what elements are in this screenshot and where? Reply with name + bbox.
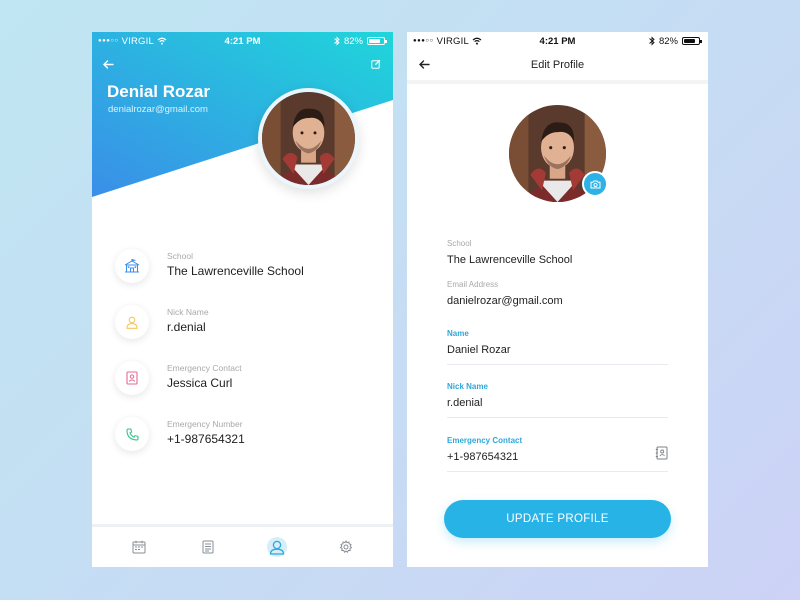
status-bar: ●●●○○ VIRGIL 4:21 PM 82%	[92, 32, 393, 50]
change-photo-button[interactable]	[582, 171, 608, 197]
tab-settings[interactable]	[326, 532, 366, 562]
edit-profile-button[interactable]	[368, 56, 384, 72]
email-field: Email Address danielrozar@gmail.com	[447, 280, 668, 307]
document-icon	[202, 540, 214, 554]
wifi-icon	[472, 37, 482, 45]
info-value-nick-name: r.denial	[167, 320, 206, 334]
contact-card-icon	[115, 361, 149, 395]
update-profile-button[interactable]: UPDATE PROFILE	[444, 500, 671, 538]
camera-icon	[590, 180, 600, 188]
back-button[interactable]	[100, 56, 116, 72]
tab-profile[interactable]	[257, 532, 297, 562]
name-label: Name	[447, 329, 469, 338]
profile-icon	[269, 540, 285, 555]
status-bar: ●●●○○ VIRGIL 4:21 PM 82%	[407, 32, 708, 50]
school-value: The Lawrenceville School	[447, 254, 573, 266]
name-field: Name	[447, 329, 668, 365]
tab-bar	[92, 524, 393, 567]
info-item-emergency-contact: Emergency Contact Jessica Curl	[115, 361, 375, 401]
info-item-nick-name: Nick Name r.denial	[115, 305, 375, 345]
battery-icon	[682, 37, 702, 45]
person-icon	[115, 305, 149, 339]
school-label: School	[447, 239, 472, 248]
nick-name-label: Nick Name	[447, 382, 488, 391]
calendar-icon	[132, 540, 146, 554]
profile-email: denialrozar@gmail.com	[108, 104, 208, 115]
info-value-school: The Lawrenceville School	[167, 264, 304, 278]
battery-icon	[367, 37, 387, 45]
email-label: Email Address	[447, 280, 499, 289]
phone-icon	[115, 417, 149, 451]
page-title: Edit Profile	[530, 59, 585, 71]
info-value-emergency-contact: Jessica Curl	[167, 376, 233, 390]
info-label-nick-name: Nick Name	[167, 307, 209, 317]
info-label-emergency-number: Emergency Number	[167, 419, 243, 429]
edit-icon	[371, 59, 381, 69]
avatar-photo	[262, 92, 355, 185]
contact-picker-button[interactable]	[655, 446, 668, 465]
bluetooth-icon	[649, 36, 655, 46]
wifi-icon	[157, 37, 167, 45]
battery-percent: 82%	[343, 35, 363, 47]
info-item-emergency-number: Emergency Number +1-987654321	[115, 417, 375, 457]
signal-strength-icon: ●●●○○	[98, 38, 119, 44]
tab-calendar[interactable]	[119, 532, 159, 562]
profile-screen: ●●●○○ VIRGIL 4:21 PM 82% Denial Rozar de…	[92, 32, 393, 567]
arrow-left-icon	[102, 59, 114, 69]
navigation-bar: Edit Profile	[407, 50, 708, 84]
name-input[interactable]	[447, 344, 647, 356]
carrier-name: VIRGIL	[436, 35, 469, 47]
info-value-emergency-number: +1-987654321	[167, 432, 245, 446]
email-value: danielrozar@gmail.com	[447, 295, 563, 307]
carrier-name: VIRGIL	[121, 35, 154, 47]
gear-icon	[340, 540, 353, 553]
emergency-contact-field: Emergency Contact	[447, 436, 668, 472]
nick-name-field: Nick Name	[447, 382, 668, 418]
profile-avatar	[258, 88, 359, 189]
battery-percent: 82%	[658, 35, 678, 47]
info-label-school: School	[167, 251, 193, 261]
tab-notes[interactable]	[188, 532, 228, 562]
emergency-contact-input[interactable]	[447, 451, 647, 463]
info-label-emergency-contact: Emergency Contact	[167, 363, 242, 373]
profile-name: Denial Rozar	[107, 82, 210, 101]
nick-name-input[interactable]	[447, 397, 647, 409]
edit-profile-screen: ●●●○○ VIRGIL 4:21 PM 82% Edit Profile Sc…	[407, 32, 708, 567]
info-item-school: School The Lawrenceville School	[115, 249, 375, 289]
signal-strength-icon: ●●●○○	[413, 38, 434, 44]
bluetooth-icon	[334, 36, 340, 46]
school-field: School The Lawrenceville School	[447, 239, 668, 266]
emergency-contact-label: Emergency Contact	[447, 436, 523, 445]
address-book-icon	[655, 446, 668, 460]
school-icon	[115, 249, 149, 283]
